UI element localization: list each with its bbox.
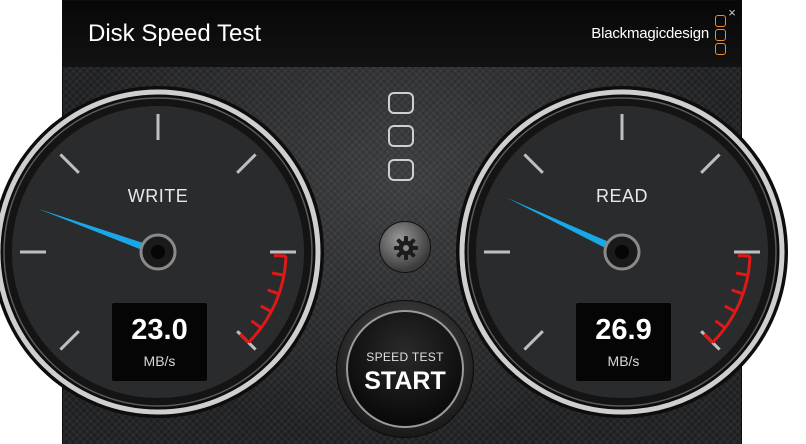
read-gauge-danger-tick [735,271,749,277]
title-bar[interactable]: Disk Speed Test Blackmagicdesign × [63,1,741,68]
write-speed-unit: MB/s [143,353,176,369]
write-readout: 23.0 MB/s [111,302,208,382]
start-button-subtitle: SPEED TEST [366,350,444,364]
stack-indicator-icon [388,92,414,114]
stack-indicator-icon [388,159,414,181]
write-gauge: WRITE 23.0 MB/s [0,82,328,422]
brand-name: Blackmagicdesign [591,25,709,42]
app-title: Disk Speed Test [88,20,261,47]
write-gauge-danger-tick [271,271,285,277]
gear-icon [394,236,418,260]
read-gauge-hub-center [615,245,629,259]
read-gauge: READ 26.9 MB/s [452,82,792,422]
close-button[interactable]: × [725,6,739,19]
settings-button[interactable] [379,221,431,273]
blackmagic-logo-icon [715,15,727,57]
read-gauge-label: READ [595,186,648,206]
start-button-face[interactable]: SPEED TEST START [346,310,464,428]
start-button[interactable]: SPEED TEST START [336,300,474,438]
write-gauge-hub-center [151,245,165,259]
read-speed-unit: MB/s [607,353,640,369]
write-speed-value: 23.0 [131,314,188,346]
read-speed-value: 26.9 [595,314,652,346]
write-gauge-label: WRITE [127,186,189,206]
start-button-label: START [364,367,446,395]
stack-indicator-icon [388,125,414,147]
read-readout: 26.9 MB/s [575,302,672,382]
